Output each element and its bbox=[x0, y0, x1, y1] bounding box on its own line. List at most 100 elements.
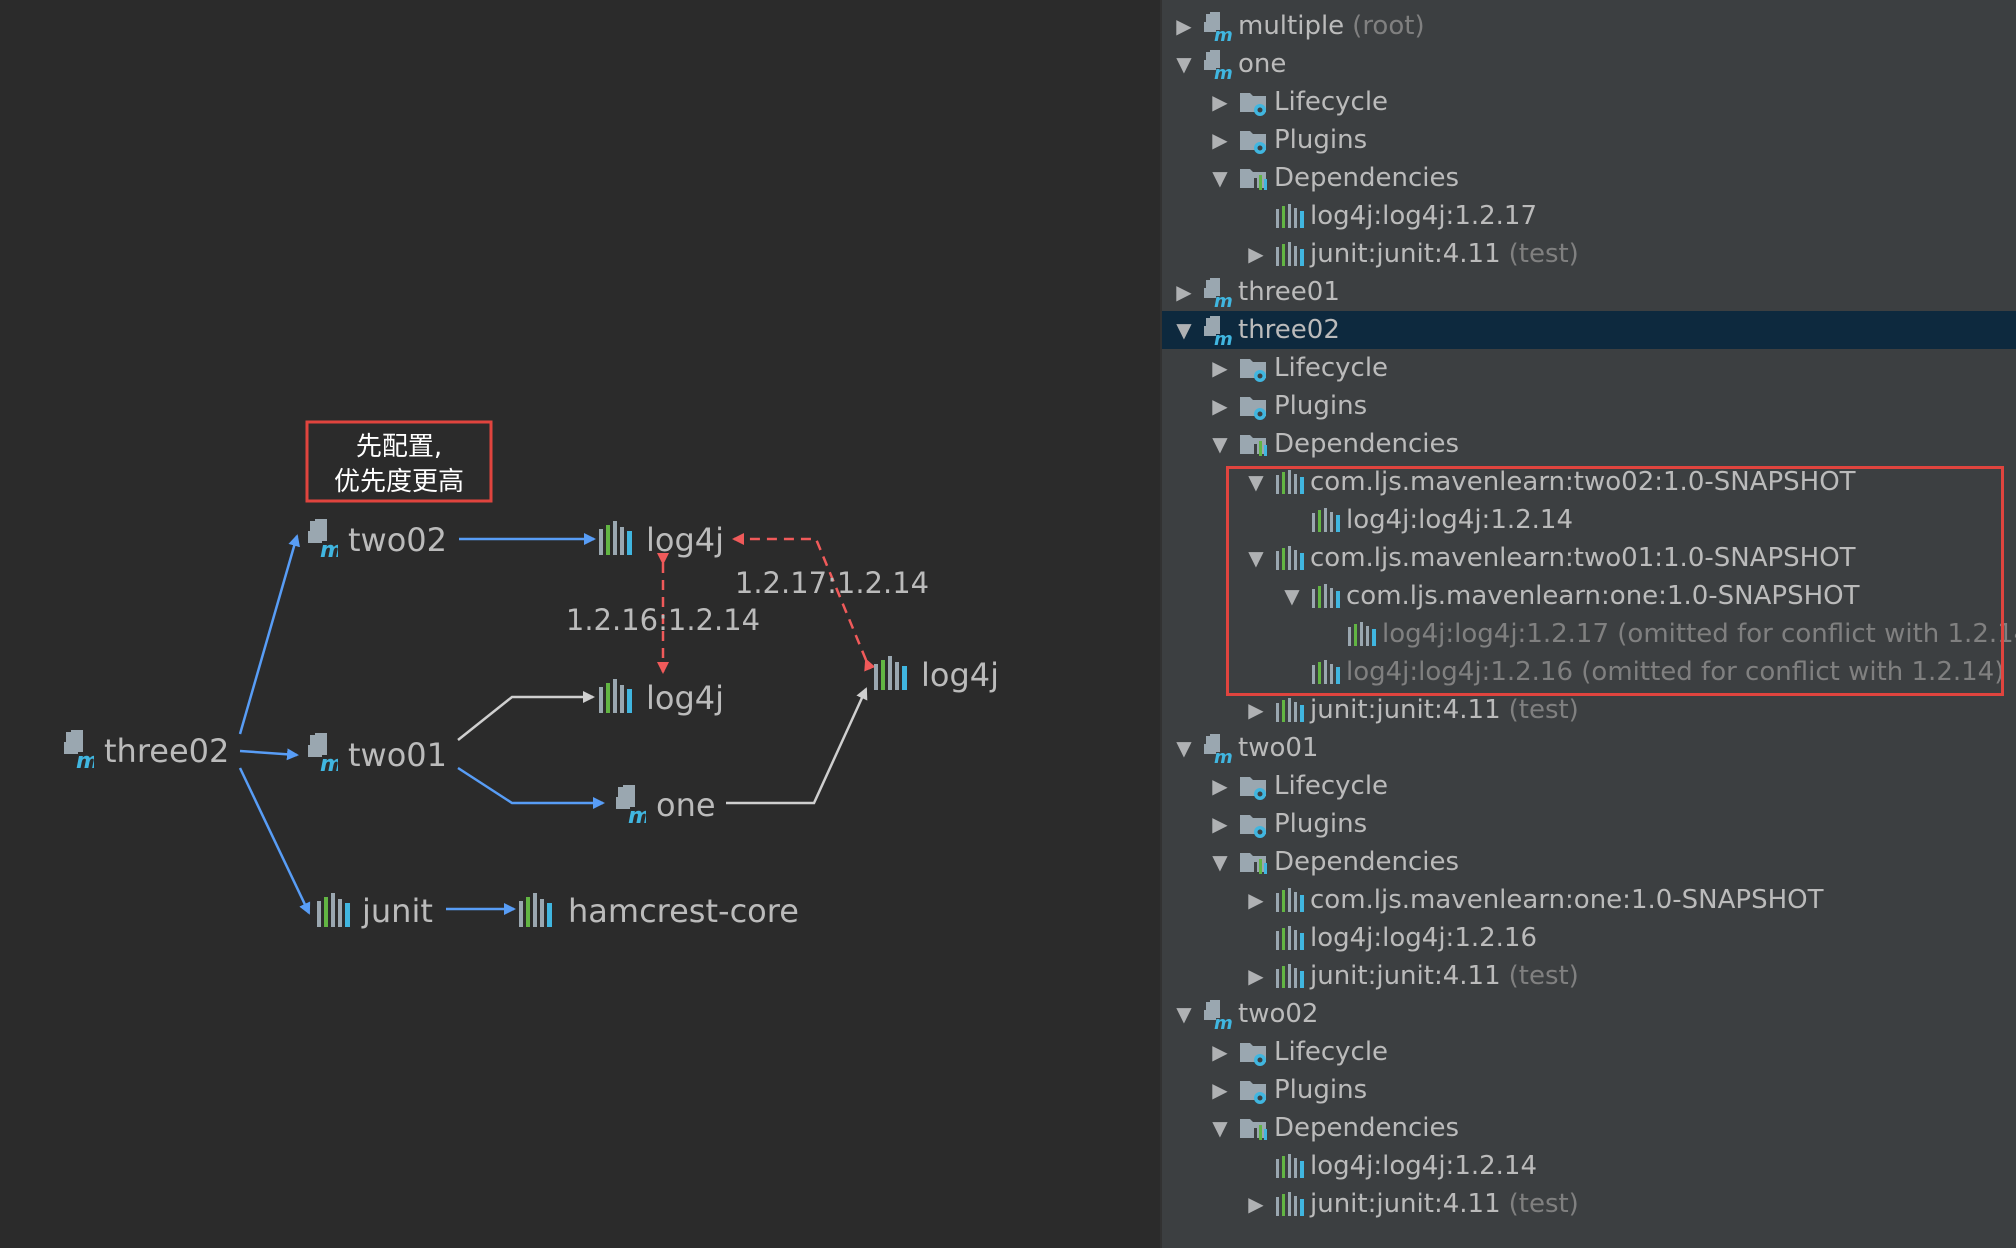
collapse-arrow-icon[interactable]: ▶ bbox=[1166, 273, 1202, 311]
tree-row-lifecycle[interactable]: ▶ Lifecycle bbox=[1162, 83, 2016, 121]
lifecycle-folder-icon bbox=[1238, 770, 1270, 802]
tree-row-log4j-log4j-1-2-16[interactable]: ▶log4j:log4j:1.2.16 bbox=[1162, 919, 2016, 957]
library-icon bbox=[1274, 922, 1306, 954]
lifecycle-folder-icon bbox=[1238, 86, 1270, 118]
tree-row-junit-junit-4-11[interactable]: ▶ junit:junit:4.11 (test) bbox=[1162, 691, 2016, 729]
edge-three02-junit bbox=[238, 767, 311, 915]
tree-row-three02[interactable]: ▼ m three02 bbox=[1162, 311, 2016, 350]
tree-row-label: Plugins bbox=[1274, 1075, 1368, 1105]
tree-row-dependencies[interactable]: ▼ Dependencies bbox=[1162, 843, 2016, 881]
graph-node-hamcrest[interactable]: hamcrest-core bbox=[519, 892, 799, 930]
tree-row-dependencies[interactable]: ▼ Dependencies bbox=[1162, 425, 2016, 463]
tree-row-label: Lifecycle bbox=[1274, 771, 1389, 801]
collapse-arrow-icon[interactable]: ▶ bbox=[1202, 387, 1238, 425]
node-label: log4j bbox=[921, 656, 999, 694]
tree-row-label: one bbox=[1238, 49, 1287, 79]
tree-row-plugins[interactable]: ▶ Plugins bbox=[1162, 805, 2016, 843]
collapse-arrow-icon[interactable]: ▶ bbox=[1238, 235, 1274, 273]
tree-row-label: two02 bbox=[1238, 999, 1319, 1029]
tree-row-log4j-log4j-1-2-14[interactable]: ▶log4j:log4j:1.2.14 bbox=[1162, 1147, 2016, 1185]
tree-row-log4j-log4j-1-2-17[interactable]: ▶log4j:log4j:1.2.17 bbox=[1162, 197, 2016, 235]
collapse-arrow-icon[interactable]: ▶ bbox=[1202, 121, 1238, 159]
tree-row-suffix: (root) bbox=[1352, 11, 1425, 41]
tree-row-label: Lifecycle bbox=[1274, 87, 1389, 117]
collapse-arrow-icon[interactable]: ▶ bbox=[1238, 691, 1274, 729]
graph-node-two01[interactable]: two01 bbox=[308, 733, 447, 777]
tree-row-junit-junit-4-11[interactable]: ▶ junit:junit:4.11 (test) bbox=[1162, 1185, 2016, 1223]
tree-row-lifecycle[interactable]: ▶ Lifecycle bbox=[1162, 1033, 2016, 1071]
expand-arrow-icon[interactable]: ▼ bbox=[1202, 1109, 1238, 1147]
tree-row-three01[interactable]: ▶ m three01 bbox=[1162, 273, 2016, 312]
library-icon bbox=[1274, 200, 1306, 232]
collapse-arrow-icon[interactable]: ▶ bbox=[1238, 881, 1274, 919]
edge-two01-log4j bbox=[457, 691, 595, 741]
tree-row-multiple[interactable]: ▶ m multiple (root) bbox=[1162, 7, 2016, 46]
collapse-arrow-icon[interactable]: ▶ bbox=[1166, 7, 1202, 45]
collapse-arrow-icon[interactable]: ▶ bbox=[1202, 349, 1238, 387]
maven-module-icon: m bbox=[1202, 10, 1234, 46]
graph-node-log4j-b[interactable]: log4j bbox=[599, 679, 724, 717]
graph-node-two02[interactable]: two02 bbox=[308, 519, 447, 563]
tree-row-two01[interactable]: ▼ m two01 bbox=[1162, 729, 2016, 768]
tree-row-two02[interactable]: ▼ m two02 bbox=[1162, 995, 2016, 1034]
svg-text:m: m bbox=[1214, 329, 1233, 346]
tree-row-lifecycle[interactable]: ▶ Lifecycle bbox=[1162, 349, 2016, 387]
expand-arrow-icon[interactable]: ▼ bbox=[1202, 843, 1238, 881]
maven-module-icon: m bbox=[1202, 732, 1234, 768]
tree-row-one[interactable]: ▼ m one bbox=[1162, 45, 2016, 84]
expand-arrow-icon[interactable]: ▼ bbox=[1202, 159, 1238, 197]
tree-row-lifecycle[interactable]: ▶ Lifecycle bbox=[1162, 767, 2016, 805]
tree-row-plugins[interactable]: ▶ Plugins bbox=[1162, 387, 2016, 425]
collapse-arrow-icon[interactable]: ▶ bbox=[1202, 83, 1238, 121]
annotation: 先配置, 优先度更高 bbox=[305, 420, 493, 503]
collapse-arrow-icon[interactable]: ▶ bbox=[1202, 1033, 1238, 1071]
tree-row-com-ljs-mavenlearn-one-1-0-snapshot[interactable]: ▶ com.ljs.mavenlearn:one:1.0-SNAPSHOT bbox=[1162, 881, 2016, 919]
graph-node-log4j-a[interactable]: log4j bbox=[599, 521, 724, 559]
tree-row-label: log4j:log4j:1.2.14 bbox=[1310, 1151, 1538, 1181]
tree-row-dependencies[interactable]: ▼ Dependencies bbox=[1162, 159, 2016, 197]
tree-row-label: three02 bbox=[1238, 315, 1340, 345]
tree-row-label: junit:junit:4.11 bbox=[1310, 1189, 1501, 1219]
lifecycle-folder-icon bbox=[1238, 1036, 1270, 1068]
expand-arrow-icon[interactable]: ▼ bbox=[1166, 729, 1202, 767]
svg-text:m: m bbox=[1214, 25, 1233, 42]
expand-arrow-icon[interactable]: ▼ bbox=[1202, 425, 1238, 463]
tree-row-label: junit:junit:4.11 bbox=[1310, 239, 1501, 269]
maven-module-icon: m bbox=[1202, 314, 1234, 350]
expand-arrow-icon[interactable]: ▼ bbox=[1166, 995, 1202, 1033]
tree-row-suffix: (test) bbox=[1508, 961, 1579, 991]
graph-node-junit[interactable]: junit bbox=[317, 892, 433, 930]
library-icon bbox=[1274, 694, 1306, 726]
collapse-arrow-icon[interactable]: ▶ bbox=[1238, 1185, 1274, 1223]
library-icon bbox=[1274, 1150, 1306, 1182]
tree-row-label: Dependencies bbox=[1274, 163, 1460, 193]
tree-row-dependencies[interactable]: ▼ Dependencies bbox=[1162, 1109, 2016, 1147]
svg-text:m: m bbox=[1214, 63, 1233, 80]
svg-text:m: m bbox=[1214, 747, 1233, 764]
node-label: hamcrest-core bbox=[568, 892, 799, 930]
collapse-arrow-icon[interactable]: ▶ bbox=[1202, 1071, 1238, 1109]
collapse-arrow-icon[interactable]: ▶ bbox=[1202, 805, 1238, 843]
edge-two01-one bbox=[457, 766, 605, 809]
expand-arrow-icon[interactable]: ▼ bbox=[1166, 45, 1202, 83]
tree-row-plugins[interactable]: ▶ Plugins bbox=[1162, 1071, 2016, 1109]
graph-node-log4j-c[interactable]: log4j bbox=[874, 656, 999, 694]
tree-row-suffix: (test) bbox=[1508, 1189, 1579, 1219]
tree-row-junit-junit-4-11[interactable]: ▶ junit:junit:4.11 (test) bbox=[1162, 235, 2016, 273]
collapse-arrow-icon[interactable]: ▶ bbox=[1202, 767, 1238, 805]
maven-module-icon bbox=[308, 519, 338, 559]
graph-node-one[interactable]: one bbox=[616, 785, 716, 829]
tree-row-plugins[interactable]: ▶ Plugins bbox=[1162, 121, 2016, 159]
tree-row-junit-junit-4-11[interactable]: ▶ junit:junit:4.11 (test) bbox=[1162, 957, 2016, 995]
graph-node-three02[interactable]: three02 bbox=[64, 730, 229, 774]
node-label: junit bbox=[361, 892, 433, 930]
tree-row-label: junit:junit:4.11 bbox=[1310, 695, 1501, 725]
expand-arrow-icon[interactable]: ▼ bbox=[1166, 311, 1202, 349]
collapse-arrow-icon[interactable]: ▶ bbox=[1238, 957, 1274, 995]
node-label: two02 bbox=[348, 521, 447, 559]
node-label: two01 bbox=[348, 736, 447, 774]
maven-module-icon: m bbox=[1202, 276, 1234, 312]
library-icon bbox=[599, 521, 632, 555]
lifecycle-folder-icon bbox=[1238, 352, 1270, 384]
maven-module-icon: m bbox=[1202, 998, 1234, 1034]
